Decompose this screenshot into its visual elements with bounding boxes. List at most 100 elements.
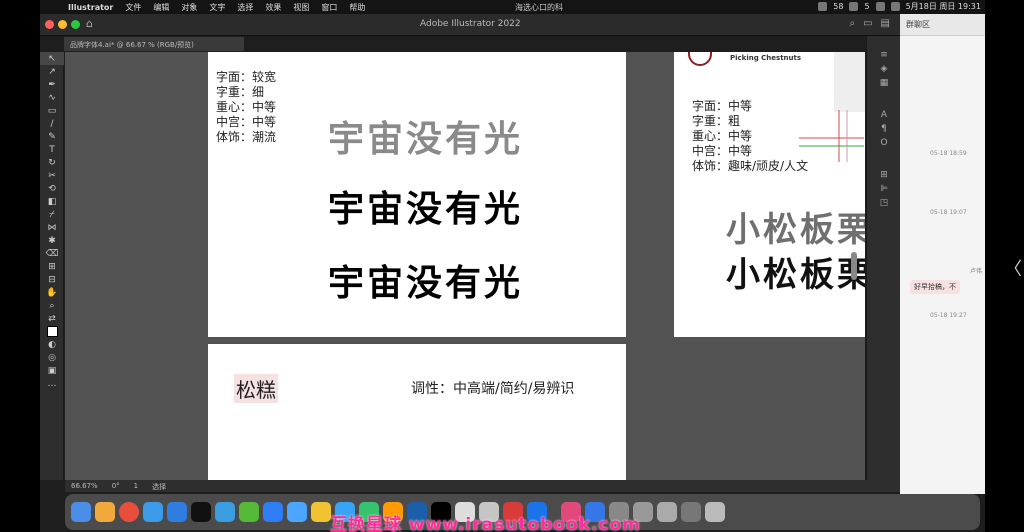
app-store-icon[interactable] — [167, 502, 187, 522]
edit-toolbar-icon[interactable]: … — [40, 377, 64, 390]
screen-mode-icon[interactable]: ▣ — [40, 364, 64, 377]
sample-text-light[interactable]: 宇宙没有光 — [328, 110, 523, 162]
home-icon[interactable]: ⌂ — [86, 17, 93, 30]
close-window-button[interactable] — [45, 20, 54, 29]
wechat-status-icon[interactable] — [818, 2, 828, 11]
layers-panel-icon[interactable]: ◈ — [867, 62, 901, 76]
launchpad-icon[interactable] — [95, 502, 115, 522]
search-icon[interactable]: ⌕ — [849, 18, 855, 29]
spec-style: 体饰：潮流 — [216, 130, 277, 144]
drawing-mode-icon[interactable]: ◎ — [40, 351, 64, 364]
chrome-icon[interactable] — [119, 502, 139, 522]
eraser-tool-icon[interactable]: ⌫ — [40, 247, 64, 260]
rotate-tool-icon[interactable]: ↻ — [40, 156, 64, 169]
chat-time-3: 05-18 19:27 — [930, 312, 967, 319]
blend-tool-icon[interactable]: ⋈ — [40, 221, 64, 234]
opentype-panel-icon[interactable]: O — [867, 136, 901, 150]
paragraph-panel-icon[interactable]: ¶ — [867, 122, 901, 136]
control-center-icon[interactable] — [890, 2, 900, 11]
window-titlebar: ⌂ Adobe Illustrator 2022 ⌕ ▭ ▤ — [40, 14, 900, 36]
chat-sender: 卢伟 — [970, 268, 983, 275]
titlebar-right-icons: ⌕ ▭ ▤ — [849, 18, 890, 29]
zoom-level[interactable]: 66.67% — [71, 482, 98, 490]
menu-edit[interactable]: 编辑 — [147, 2, 175, 13]
artboard-3[interactable]: 松糕 调性：中高端/简约/易辨识 — [208, 344, 626, 480]
eyedropper-tool-icon[interactable]: ⌿ — [40, 208, 64, 221]
minimize-window-button[interactable] — [58, 20, 67, 29]
spec2-style: 体饰：趣味/顽皮/人文 — [692, 159, 809, 173]
gradient-tool-icon[interactable]: ◧ — [40, 195, 64, 208]
menu-window[interactable]: 窗口 — [315, 2, 343, 13]
spec-palace: 中宫：中等 — [216, 115, 277, 129]
scissors-tool-icon[interactable]: ✂ — [40, 169, 64, 182]
menu-file[interactable]: 文件 — [119, 2, 147, 13]
menu-help[interactable]: 帮助 — [343, 2, 371, 13]
menu-object[interactable]: 对象 — [175, 2, 203, 13]
canvas[interactable]: 字面：较宽 字重：细 重心：中等 中宫：中等 体饰：潮流 宇宙没有光 宇宙没有光… — [65, 52, 865, 480]
artboard-2[interactable]: Picking Chestnuts 字面：中等 字重：粗 重心：中等 中宫：中等… — [674, 52, 865, 337]
brand-tone[interactable]: 调性：中高端/简约/易辨识 — [411, 378, 574, 398]
sample-text-bold[interactable]: 宇宙没有光 — [328, 180, 523, 232]
baidu-netdisk-icon[interactable] — [215, 502, 235, 522]
chat-header: 群聊区 — [900, 14, 985, 36]
trash-icon[interactable] — [705, 502, 725, 522]
recent-window-icon-4[interactable] — [681, 502, 701, 522]
paintbrush-tool-icon[interactable]: ∕ — [40, 117, 64, 130]
wifi-icon[interactable] — [875, 2, 885, 11]
swap-fill-stroke-icon[interactable]: ⇄ — [40, 312, 64, 325]
libraries-panel-icon[interactable]: ▦ — [867, 76, 901, 90]
color-mode-icon[interactable]: ◐ — [40, 338, 64, 351]
sample2-text-bold[interactable]: 小松板栗 — [726, 247, 865, 296]
safari-icon[interactable] — [143, 502, 163, 522]
sample2-text-light[interactable]: 小松板栗 — [726, 202, 865, 251]
transform-panel-icon[interactable]: ⊞ — [867, 168, 901, 182]
vertical-scrollbar[interactable] — [851, 252, 857, 280]
notification-count: 5 — [864, 2, 870, 11]
finder-icon[interactable] — [71, 502, 91, 522]
zoom-tool-icon[interactable]: ⌕ — [40, 299, 64, 312]
symbol-sprayer-tool-icon[interactable]: ✱ — [40, 234, 64, 247]
properties-panel-icon[interactable]: ≡ — [867, 48, 901, 62]
selection-tool-icon[interactable]: ↖ — [40, 52, 64, 65]
bell-icon[interactable] — [849, 2, 859, 11]
slice-tool-icon[interactable]: ⊟ — [40, 273, 64, 286]
sample-text-bold-2[interactable]: 宇宙没有光 — [328, 254, 523, 306]
maximize-window-button[interactable] — [71, 20, 80, 29]
menu-app-name[interactable]: Illustrator — [62, 3, 119, 12]
artboard-number[interactable]: 1 — [134, 482, 138, 490]
hand-tool-icon[interactable]: ✋ — [40, 286, 64, 299]
artboard-1[interactable]: 字面：较宽 字重：细 重心：中等 中宫：中等 体饰：潮流 宇宙没有光 宇宙没有光… — [208, 52, 626, 337]
pencil-tool-icon[interactable]: ✎ — [40, 130, 64, 143]
qq-icon[interactable] — [191, 502, 211, 522]
chat-message[interactable]: 好早拾稿，不 — [910, 280, 960, 294]
type-tool-icon[interactable]: T — [40, 143, 64, 156]
menu-type[interactable]: 文字 — [203, 2, 231, 13]
curvature-tool-icon[interactable]: ∿ — [40, 91, 64, 104]
warp-tool-icon[interactable]: ⟲ — [40, 182, 64, 195]
menu-select[interactable]: 选择 — [231, 2, 259, 13]
recent-window-icon-3[interactable] — [657, 502, 677, 522]
status-bar: 66.67% 0° 1 选择 — [65, 480, 900, 492]
clock[interactable]: 5月18日 周日 19:31 — [906, 1, 981, 12]
fill-swatch[interactable] — [46, 326, 58, 337]
menu-view[interactable]: 视图 — [287, 2, 315, 13]
rotation-angle[interactable]: 0° — [112, 482, 120, 490]
brand-name[interactable]: 松糕 — [234, 374, 278, 403]
feishu-icon[interactable] — [287, 502, 307, 522]
pen-tool-icon[interactable]: ✒ — [40, 78, 64, 91]
menu-effect[interactable]: 效果 — [259, 2, 287, 13]
pdf-app-icon[interactable] — [263, 502, 283, 522]
document-tab[interactable]: 品牌字体4.ai* @ 66.67 % (RGB/预览) — [64, 37, 244, 51]
pathfinder-panel-icon[interactable]: ◳ — [867, 196, 901, 210]
align-panel-icon[interactable]: ⊫ — [867, 182, 901, 196]
workspace-switcher-icon[interactable]: ▤ — [881, 18, 890, 29]
chat-title: 群聊区 — [906, 20, 930, 29]
rectangle-tool-icon[interactable]: ▭ — [40, 104, 64, 117]
wechat-icon[interactable] — [239, 502, 259, 522]
arrange-documents-icon[interactable]: ▭ — [863, 18, 872, 29]
chevron-left-icon[interactable]: 〈 — [1004, 255, 1022, 281]
character-panel-icon[interactable]: A — [867, 108, 901, 122]
notes-icon[interactable] — [311, 502, 331, 522]
artboard-tool-icon[interactable]: ⊞ — [40, 260, 64, 273]
direct-selection-tool-icon[interactable]: ↗ — [40, 65, 64, 78]
